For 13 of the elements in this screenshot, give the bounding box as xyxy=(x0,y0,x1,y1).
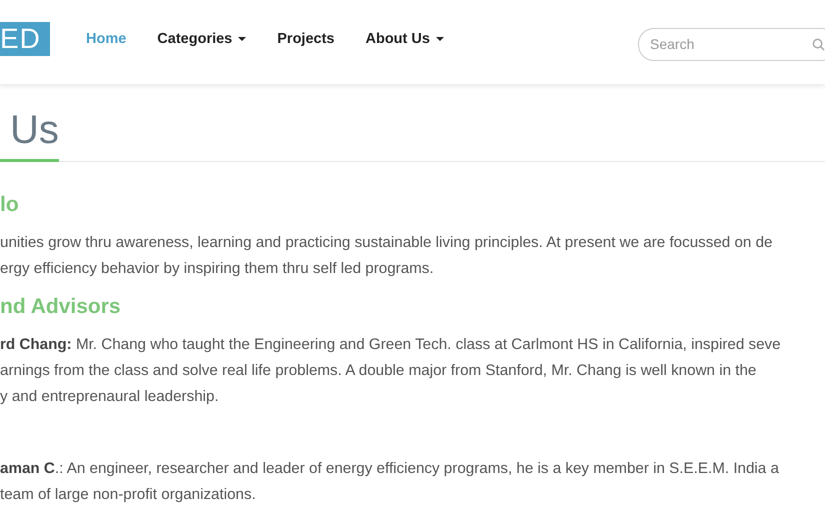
search-field[interactable]: Search xyxy=(638,28,825,60)
page-title: Us xyxy=(0,107,59,162)
nav-link[interactable]: Projects xyxy=(277,31,334,47)
paragraph: unities grow thru awareness, learning and practicing sustainable living principles. At present we are focussed on de ergy efficiency behavior by inspiring them thru self led programs. xyxy=(0,233,774,279)
paragraph: rd Chang: Mr. Chang who taught the Engineering and Green Tech. class at Carlmont HS in California, inspired seve arnings from the class and solve real life problems. A double major from Stanford, Mr. Chang is well known in the y and entreprenaural leadership. xyxy=(0,335,782,407)
section-heading: lo xyxy=(0,192,20,218)
nav-link[interactable]: About Us xyxy=(365,31,444,47)
caret-icon xyxy=(436,37,444,41)
section-heading: nd Advisors xyxy=(0,294,122,320)
paragraph: aman C.: An engineer, researcher and leader of energy efficiency programs, he is a key member in S.E.E.M. India a team of large non-profit organizations. xyxy=(0,459,780,505)
search-icon[interactable] xyxy=(812,38,825,50)
caret-icon xyxy=(238,37,246,41)
nav-link[interactable]: Categories xyxy=(157,31,246,47)
